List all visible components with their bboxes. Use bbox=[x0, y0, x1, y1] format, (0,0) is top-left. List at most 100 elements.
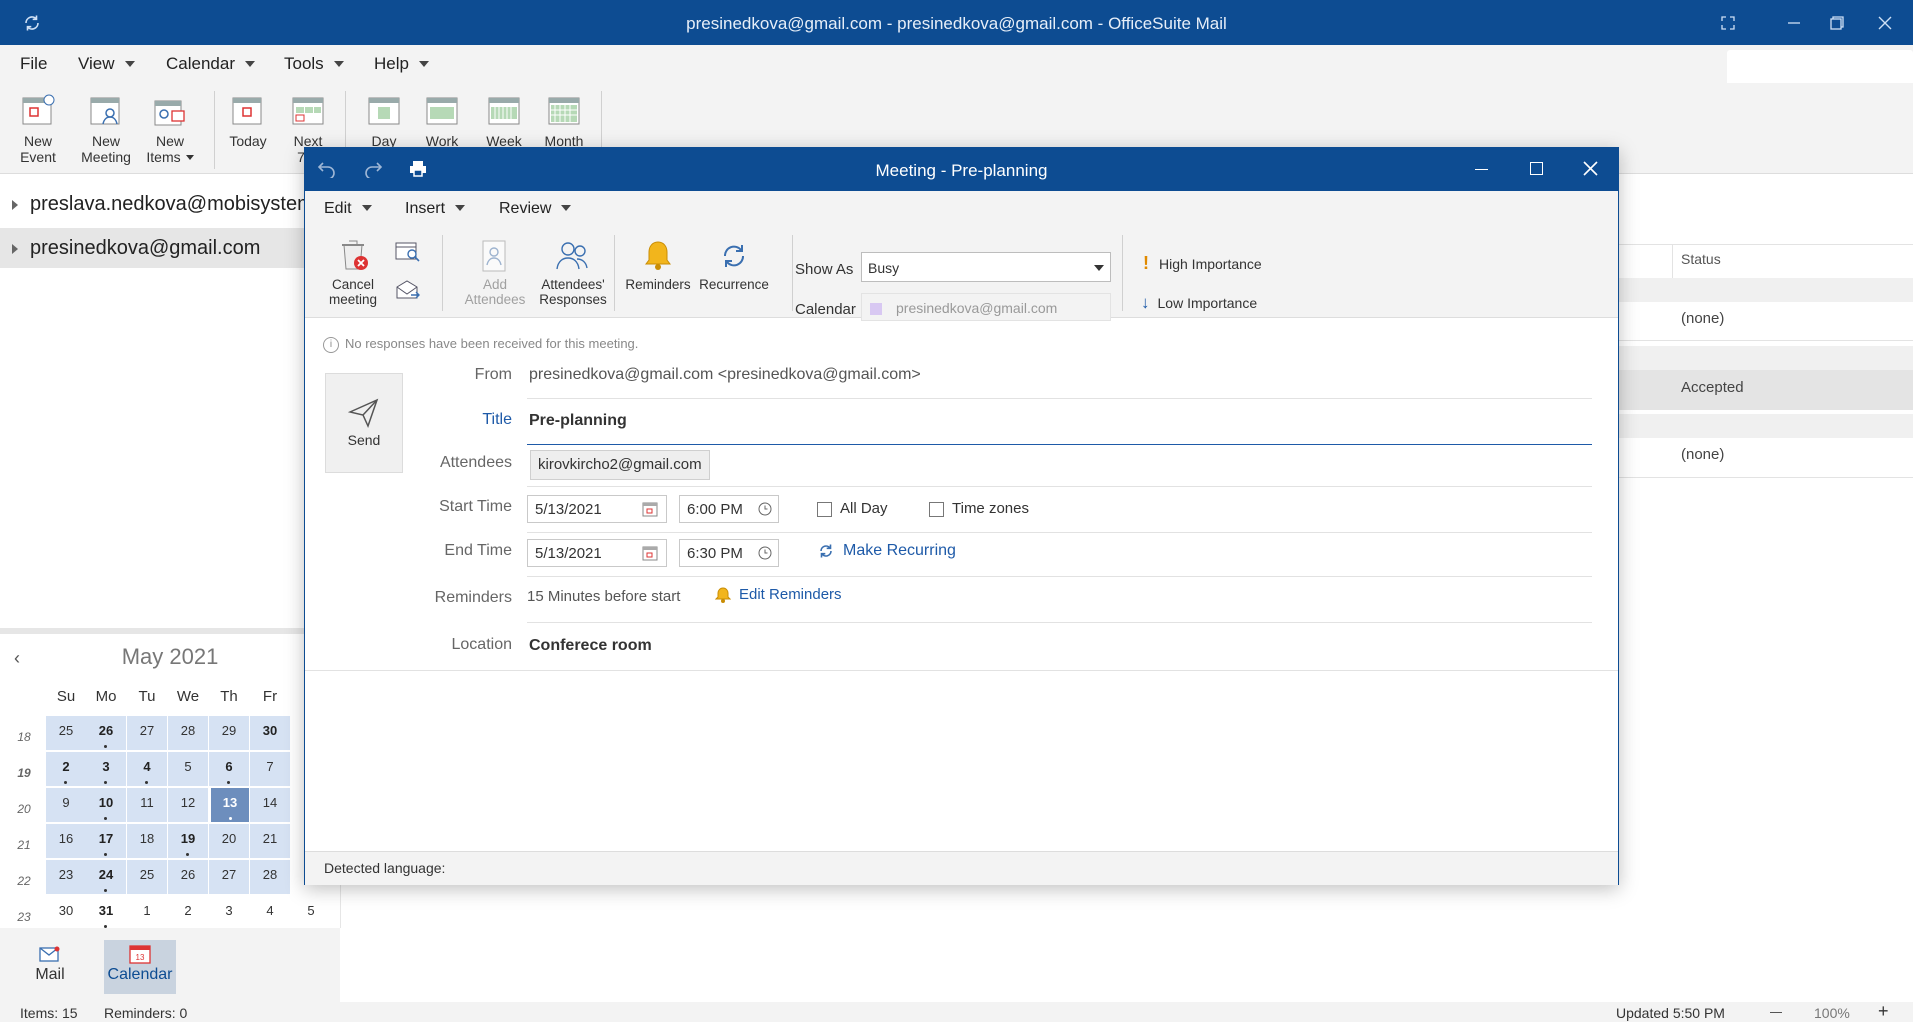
calendar-day[interactable]: 3 bbox=[86, 752, 126, 786]
menu-tools[interactable]: Tools bbox=[284, 45, 344, 83]
forward-meeting-icon[interactable] bbox=[395, 279, 421, 306]
attendee-chip[interactable]: kirovkircho2@gmail.com bbox=[530, 450, 710, 480]
calendar-day[interactable]: 4 bbox=[250, 896, 290, 930]
weekday-label: We bbox=[176, 688, 200, 705]
calendar-day[interactable]: 2 bbox=[168, 896, 208, 930]
weekday-label: Tu bbox=[138, 688, 156, 705]
calendar-day[interactable]: 23 bbox=[46, 860, 86, 894]
close-icon[interactable] bbox=[1863, 0, 1907, 45]
calendar-day[interactable]: 30 bbox=[46, 896, 86, 930]
calendar-day[interactable]: 31 bbox=[86, 896, 126, 930]
menu-file[interactable]: File bbox=[20, 45, 47, 83]
time-zones-checkbox[interactable]: Time zones bbox=[929, 500, 1029, 517]
work-week-button[interactable]: Work bbox=[410, 93, 474, 149]
calendar-day[interactable]: 5 bbox=[291, 896, 331, 930]
calendar-day-selected[interactable]: 13 bbox=[211, 788, 249, 822]
calendar-day[interactable]: 28 bbox=[168, 716, 208, 750]
day-view-button[interactable]: Day bbox=[352, 93, 416, 149]
calendar-day[interactable]: 12 bbox=[168, 788, 208, 822]
attendees-responses-button[interactable]: Attendees' Responses bbox=[533, 239, 613, 307]
zoom-in-icon[interactable]: + bbox=[1878, 1001, 1889, 1022]
calendar-day[interactable]: 7 bbox=[250, 752, 290, 786]
calendar-day[interactable]: 26 bbox=[168, 860, 208, 894]
new-items-button[interactable]: New Items bbox=[138, 93, 202, 165]
calendar-day[interactable]: 9 bbox=[46, 788, 86, 822]
calendar-day[interactable]: 18 bbox=[127, 824, 167, 858]
status-cell[interactable]: (none) bbox=[1681, 310, 1913, 327]
dialog-maximize-icon[interactable] bbox=[1530, 162, 1543, 175]
end-time-field[interactable]: 6:30 PM bbox=[679, 539, 779, 567]
meeting-body[interactable] bbox=[305, 671, 1618, 851]
account-item-gmail[interactable]: presinedkova@gmail.com bbox=[0, 228, 304, 268]
menu-help[interactable]: Help bbox=[374, 45, 429, 83]
date-picker-icon bbox=[642, 546, 658, 561]
minimize-icon[interactable] bbox=[1772, 0, 1816, 45]
status-column-header[interactable]: Status bbox=[1681, 251, 1913, 267]
calendar-day[interactable]: 6 bbox=[209, 752, 249, 786]
calendar-day[interactable]: 4 bbox=[127, 752, 167, 786]
calendar-day[interactable]: 25 bbox=[46, 716, 86, 750]
make-recurring-link[interactable]: Make Recurring bbox=[817, 542, 956, 560]
status-cell[interactable]: (none) bbox=[1681, 446, 1913, 463]
menu-insert[interactable]: Insert bbox=[405, 191, 466, 227]
calendar-day[interactable]: 5 bbox=[168, 752, 208, 786]
cancel-meeting-button[interactable]: Cancel meeting bbox=[321, 239, 385, 307]
show-as-dropdown[interactable]: Busy bbox=[861, 252, 1111, 282]
calendar-nav-button[interactable]: 13 Calendar bbox=[104, 940, 176, 994]
today-button[interactable]: Today bbox=[216, 93, 280, 149]
zoom-out-icon[interactable] bbox=[1770, 1012, 1782, 1013]
calendar-day[interactable]: 28 bbox=[250, 860, 290, 894]
calendar-day[interactable]: 29 bbox=[209, 716, 249, 750]
scheduling-icon[interactable] bbox=[395, 241, 421, 268]
menu-review[interactable]: Review bbox=[499, 191, 572, 227]
end-date-field[interactable]: 5/13/2021 bbox=[527, 539, 667, 567]
all-day-checkbox[interactable]: All Day bbox=[817, 500, 888, 517]
account-item-mobisystems[interactable]: preslava.nedkova@mobisystems bbox=[0, 184, 304, 224]
calendar-select[interactable]: presinedkova@gmail.com bbox=[861, 293, 1111, 321]
title-input[interactable]: Pre-planning bbox=[529, 412, 627, 430]
calendar-day[interactable]: 14 bbox=[250, 788, 290, 822]
start-time-field[interactable]: 6:00 PM bbox=[679, 495, 779, 523]
calendar-day[interactable]: 11 bbox=[127, 788, 167, 822]
calendar-day[interactable]: 24 bbox=[86, 860, 126, 894]
month-view-button[interactable]: Month bbox=[532, 93, 596, 149]
calendar-day[interactable]: 19 bbox=[168, 824, 208, 858]
calendar-day[interactable]: 27 bbox=[127, 716, 167, 750]
mail-nav-button[interactable]: Mail bbox=[14, 940, 86, 994]
reminders-button[interactable]: Reminders bbox=[623, 239, 693, 292]
calendar-day[interactable]: 1 bbox=[127, 896, 167, 930]
calendar-day[interactable]: 25 bbox=[127, 860, 167, 894]
calendar-day[interactable]: 20 bbox=[209, 824, 249, 858]
restore-icon[interactable] bbox=[1815, 0, 1859, 45]
add-attendees-button[interactable]: Add Attendees bbox=[455, 239, 535, 307]
start-date-field[interactable]: 5/13/2021 bbox=[527, 495, 667, 523]
calendar-day[interactable]: 17 bbox=[86, 824, 126, 858]
menu-calendar[interactable]: Calendar bbox=[166, 45, 255, 83]
dialog-close-icon[interactable] bbox=[1583, 161, 1598, 181]
calendar-day[interactable]: 16 bbox=[46, 824, 86, 858]
week-view-button[interactable]: Week bbox=[472, 93, 536, 149]
menu-edit[interactable]: Edit bbox=[324, 191, 372, 227]
items-count: Items: 15 bbox=[20, 1005, 78, 1021]
edit-reminders-link[interactable]: Edit Reminders bbox=[714, 586, 842, 604]
folder-pane: preslava.nedkova@mobisystems presinedkov… bbox=[0, 174, 305, 622]
new-meeting-button[interactable]: New Meeting bbox=[74, 93, 138, 165]
menu-view[interactable]: View bbox=[78, 45, 135, 83]
calendar-day[interactable]: 10 bbox=[86, 788, 126, 822]
title-label[interactable]: Title bbox=[382, 411, 512, 429]
high-importance-button[interactable]: ! High Importance bbox=[1143, 253, 1262, 274]
status-cell[interactable]: Accepted bbox=[1681, 379, 1913, 396]
calendar-day[interactable]: 27 bbox=[209, 860, 249, 894]
location-input[interactable]: Conferece room bbox=[529, 637, 652, 655]
menu-bar: File View Calendar Tools Help bbox=[0, 45, 1913, 90]
low-importance-button[interactable]: ↓ Low Importance bbox=[1141, 293, 1257, 313]
recurrence-button[interactable]: Recurrence bbox=[697, 239, 771, 292]
calendar-day[interactable]: 26 bbox=[86, 716, 126, 750]
calendar-day[interactable]: 30 bbox=[250, 716, 290, 750]
dialog-minimize-icon[interactable] bbox=[1475, 169, 1488, 170]
calendar-day[interactable]: 2 bbox=[46, 752, 86, 786]
calendar-day[interactable]: 3 bbox=[209, 896, 249, 930]
calendar-day[interactable]: 21 bbox=[250, 824, 290, 858]
new-event-button[interactable]: New Event bbox=[6, 93, 70, 165]
fullscreen-icon[interactable] bbox=[1706, 0, 1750, 45]
